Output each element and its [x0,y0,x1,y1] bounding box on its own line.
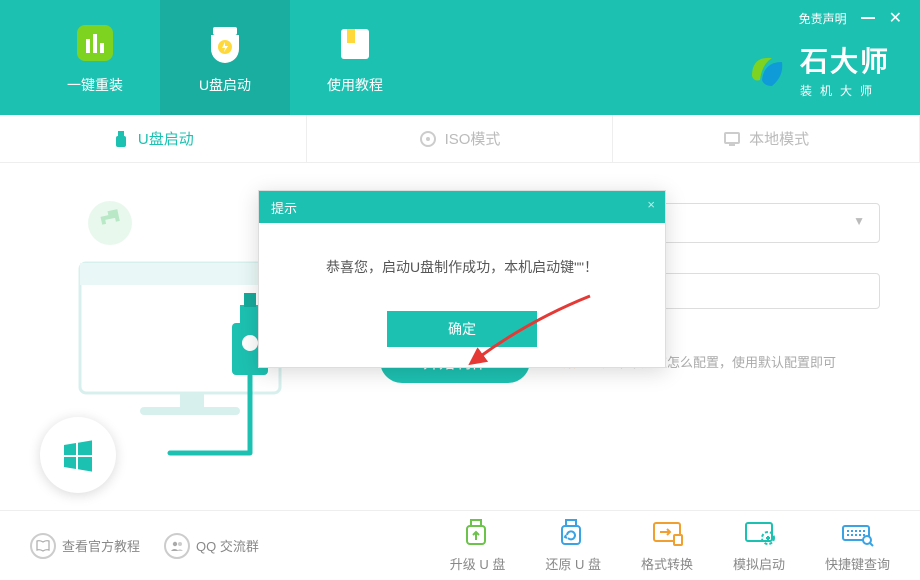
usb-icon [112,130,130,148]
header-tabs: 一键重装 U盘启动 使用教程 [0,0,420,115]
brand: 石大师 装机大师 [742,40,890,99]
link-label: 查看官方教程 [62,536,140,555]
close-button[interactable]: ✕ [889,8,902,28]
subtab-usb[interactable]: U盘启动 [0,115,307,162]
tool-upgrade-usb[interactable]: 升级 U 盘 [450,518,506,573]
config-field-2[interactable] [640,273,880,309]
dialog-message: 恭喜您，启动U盘制作成功，本机启动键""！ [259,223,665,311]
tab-label: U盘启动 [199,75,251,95]
book-icon [333,21,377,65]
tool-format-convert[interactable]: 格式转换 [641,518,693,573]
subtab-local[interactable]: 本地模式 [613,115,920,162]
footer: 查看官方教程 QQ 交流群 升级 U 盘 还原 U 盘 格式转换 模拟启动 快捷 [0,510,920,580]
convert-icon [650,518,684,548]
tool-restore-usb[interactable]: 还原 U 盘 [545,518,601,573]
book-open-icon [30,533,56,559]
tool-hotkey-query[interactable]: 快捷键查询 [825,518,890,573]
dialog-close-button[interactable]: × [647,197,655,212]
brand-subtitle: 装机大师 [800,82,890,99]
tool-label: 快捷键查询 [825,554,890,573]
usb-up-icon [461,518,495,548]
usb-refresh-icon [556,518,590,548]
tool-label: 格式转换 [641,554,693,573]
app-header: 一键重装 U盘启动 使用教程 免责声明 ✕ 石大师 装机大师 [0,0,920,115]
tab-usb-boot[interactable]: U盘启动 [160,0,290,115]
subtab-label: 本地模式 [749,128,809,149]
people-icon [164,533,190,559]
tool-label: 升级 U 盘 [450,554,506,573]
tool-label: 还原 U 盘 [545,554,601,573]
keyboard-search-icon [840,518,874,548]
windows-logo-badge [40,417,116,493]
dialog-ok-button[interactable]: 确定 [387,311,537,347]
subtab-label: U盘启动 [138,128,194,149]
simulate-icon [742,518,776,548]
minimize-button[interactable] [861,17,875,19]
qq-group-link[interactable]: QQ 交流群 [164,533,259,559]
windows-icon [60,437,96,473]
link-label: QQ 交流群 [196,536,259,555]
brand-title: 石大师 [800,40,890,80]
chart-icon [73,21,117,65]
tab-label: 使用教程 [327,75,383,95]
brand-logo-icon [742,46,790,94]
success-dialog: 提示 × 恭喜您，启动U盘制作成功，本机启动键""！ 确定 [258,190,666,368]
shield-icon [203,21,247,65]
tutorial-link[interactable]: 查看官方教程 [30,533,140,559]
tab-tutorial[interactable]: 使用教程 [290,0,420,115]
subtab-label: ISO模式 [445,128,501,149]
iso-icon [419,130,437,148]
sub-tabs: U盘启动 ISO模式 本地模式 [0,115,920,163]
dialog-title: 提示 [271,198,297,217]
tool-label: 模拟启动 [733,554,785,573]
monitor-icon [723,130,741,148]
tab-reinstall[interactable]: 一键重装 [30,0,160,115]
tab-label: 一键重装 [67,75,123,95]
disclaimer-link[interactable]: 免责声明 [799,10,847,27]
window-controls: 免责声明 ✕ [799,8,902,28]
tool-simulate-boot[interactable]: 模拟启动 [733,518,785,573]
subtab-iso[interactable]: ISO模式 [307,115,614,162]
dialog-title-bar: 提示 × [259,191,665,223]
